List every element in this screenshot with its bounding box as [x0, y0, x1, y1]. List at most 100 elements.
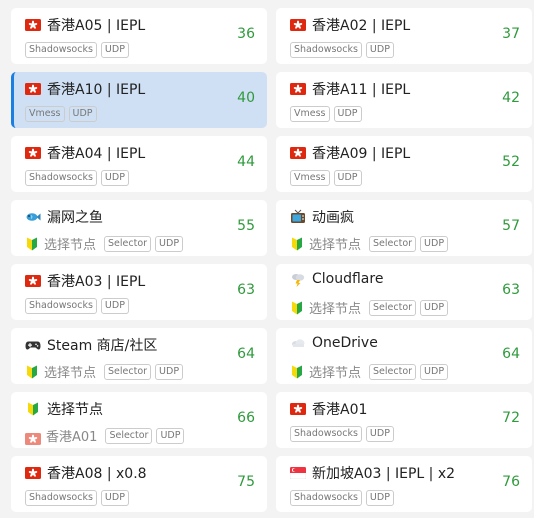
latency-value[interactable]: 63	[502, 282, 520, 298]
node-tag: Selector	[369, 363, 417, 380]
node-name: 香港A03 | IEPL	[47, 274, 146, 290]
node-name: 香港A01	[312, 402, 368, 418]
node-title-row: 香港A05 | IEPL	[25, 15, 145, 35]
latency-value[interactable]: 40	[237, 90, 255, 106]
latency-value[interactable]: 52	[502, 154, 520, 170]
node-name: Steam 商店/社区	[47, 338, 158, 354]
proxy-node-card[interactable]: 香港A11 | IEPL Vmess UDP 42	[276, 72, 532, 128]
proxy-node-card[interactable]: 香港A02 | IEPL Shadowsocks UDP 37	[276, 8, 532, 64]
proxy-node-card[interactable]: 新加坡A03 | IEPL | x2 Shadowsocks UDP 76	[276, 456, 532, 512]
latency-value[interactable]: 66	[237, 410, 255, 426]
proxy-node-card[interactable]: 香港A09 | IEPL Vmess UDP 52	[276, 136, 532, 192]
node-title-row: Steam 商店/社区	[25, 335, 157, 355]
node-meta-row: 选择节点 Selector UDP	[290, 234, 452, 253]
node-name: 香港A08 | x0.8	[47, 466, 147, 482]
selected-proxy-text: 选择节点	[44, 238, 97, 253]
node-tag: Vmess	[290, 106, 330, 122]
latency-value[interactable]: 36	[237, 26, 255, 42]
gamepad-icon	[25, 337, 41, 353]
storm-cloud-icon	[290, 271, 306, 287]
node-meta-row: Shadowsocks UDP	[25, 298, 133, 314]
node-name: OneDrive	[312, 335, 378, 351]
node-tag: Vmess	[25, 106, 65, 122]
node-meta-row: 选择节点 Selector UDP	[25, 362, 187, 381]
node-tag: Shadowsocks	[25, 42, 97, 58]
node-meta-row: Shadowsocks UDP	[290, 490, 398, 506]
node-tag: UDP	[365, 490, 394, 506]
hk-flag-icon	[25, 275, 41, 287]
node-tag: UDP	[420, 363, 449, 380]
node-title-row: OneDrive	[290, 335, 378, 351]
node-tag: UDP	[100, 42, 129, 58]
node-name: 香港A09 | IEPL	[312, 146, 411, 162]
latency-value[interactable]: 57	[502, 218, 520, 234]
node-tag: Shadowsocks	[25, 298, 97, 314]
node-tag: UDP	[156, 427, 185, 444]
latency-value[interactable]: 42	[502, 90, 520, 106]
node-name: Cloudflare	[312, 271, 384, 287]
node-meta-row: 选择节点 Selector UDP	[290, 362, 452, 381]
node-tag: UDP	[100, 490, 129, 506]
latency-value[interactable]: 44	[237, 154, 255, 170]
latency-value[interactable]: 63	[237, 282, 255, 298]
latency-value[interactable]: 64	[502, 346, 520, 362]
hk-flag-icon	[25, 19, 41, 31]
hk-flag-icon	[290, 403, 306, 415]
tv-icon	[290, 209, 306, 225]
node-tag: Shadowsocks	[290, 426, 362, 442]
hk-flag-icon	[25, 467, 41, 479]
node-name: 香港A02 | IEPL	[312, 18, 411, 34]
fish-icon	[25, 209, 41, 225]
node-title-row: 香港A08 | x0.8	[25, 463, 147, 483]
node-tag: UDP	[420, 299, 449, 316]
node-meta-row: Shadowsocks UDP	[25, 170, 133, 186]
beginner-icon	[25, 401, 41, 417]
node-title-row: 香港A03 | IEPL	[25, 271, 145, 291]
proxy-node-card[interactable]: 香港A04 | IEPL Shadowsocks UDP 44	[11, 136, 267, 192]
proxy-node-card[interactable]: Cloudflare 选择节点 Selector UDP 63	[276, 264, 532, 320]
latency-value[interactable]: 64	[237, 346, 255, 362]
node-title-row: 选择节点	[25, 399, 103, 419]
node-name: 漏网之鱼	[47, 210, 103, 226]
proxy-node-card[interactable]: 香港A01 Shadowsocks UDP 72	[276, 392, 532, 448]
node-name: 香港A05 | IEPL	[47, 18, 146, 34]
latency-value[interactable]: 37	[502, 26, 520, 42]
hk-flag-icon	[25, 83, 41, 95]
proxy-node-card[interactable]: 漏网之鱼选择节点 Selector UDP 55	[11, 200, 267, 256]
node-tag: Selector	[104, 235, 152, 252]
latency-value[interactable]: 75	[237, 474, 255, 490]
node-tag: Vmess	[290, 170, 330, 186]
selected-proxy-text: 选择节点	[309, 366, 362, 381]
node-meta-row: Shadowsocks UDP	[290, 426, 398, 442]
node-name: 动画疯	[312, 210, 354, 226]
node-title-row: 香港A02 | IEPL	[290, 15, 410, 35]
proxy-node-card[interactable]: 选择节点 香港A01 Selector UDP 66	[11, 392, 267, 448]
node-tag: Selector	[369, 299, 417, 316]
proxy-node-card[interactable]: OneDrive 选择节点 Selector UDP 64	[276, 328, 532, 384]
node-tag: UDP	[155, 235, 184, 252]
node-name: 选择节点	[47, 402, 103, 418]
node-tag: UDP	[100, 170, 129, 186]
proxy-node-card[interactable]: 香港A10 | IEPL Vmess UDP 40	[11, 72, 267, 128]
node-title-row: 漏网之鱼	[25, 207, 103, 227]
node-title-row: 动画疯	[290, 207, 354, 227]
node-title-row: 香港A10 | IEPL	[25, 79, 145, 99]
proxy-node-card[interactable]: 香港A08 | x0.8 Shadowsocks UDP 75	[11, 456, 267, 512]
selected-proxy-text: 选择节点	[309, 238, 362, 253]
proxy-node-card[interactable]: 香港A05 | IEPL Shadowsocks UDP 36	[11, 8, 267, 64]
latency-value[interactable]: 76	[502, 474, 520, 490]
node-tag: Shadowsocks	[290, 490, 362, 506]
hk-flag-icon	[25, 147, 41, 159]
node-tag: UDP	[333, 170, 362, 186]
latency-value[interactable]: 72	[502, 410, 520, 426]
proxy-node-card[interactable]: Steam 商店/社区选择节点 Selector UDP 64	[11, 328, 267, 384]
node-title-row: 香港A09 | IEPL	[290, 143, 410, 163]
latency-value[interactable]: 55	[237, 218, 255, 234]
node-meta-row: 选择节点 Selector UDP	[290, 298, 452, 317]
beginner-icon	[25, 237, 39, 251]
proxy-node-card[interactable]: 动画疯选择节点 Selector UDP 57	[276, 200, 532, 256]
beginner-icon	[290, 237, 304, 251]
proxy-node-card[interactable]: 香港A03 | IEPL Shadowsocks UDP 63	[11, 264, 267, 320]
node-meta-row: Vmess UDP	[25, 106, 101, 122]
hk-flag-icon	[290, 147, 306, 159]
